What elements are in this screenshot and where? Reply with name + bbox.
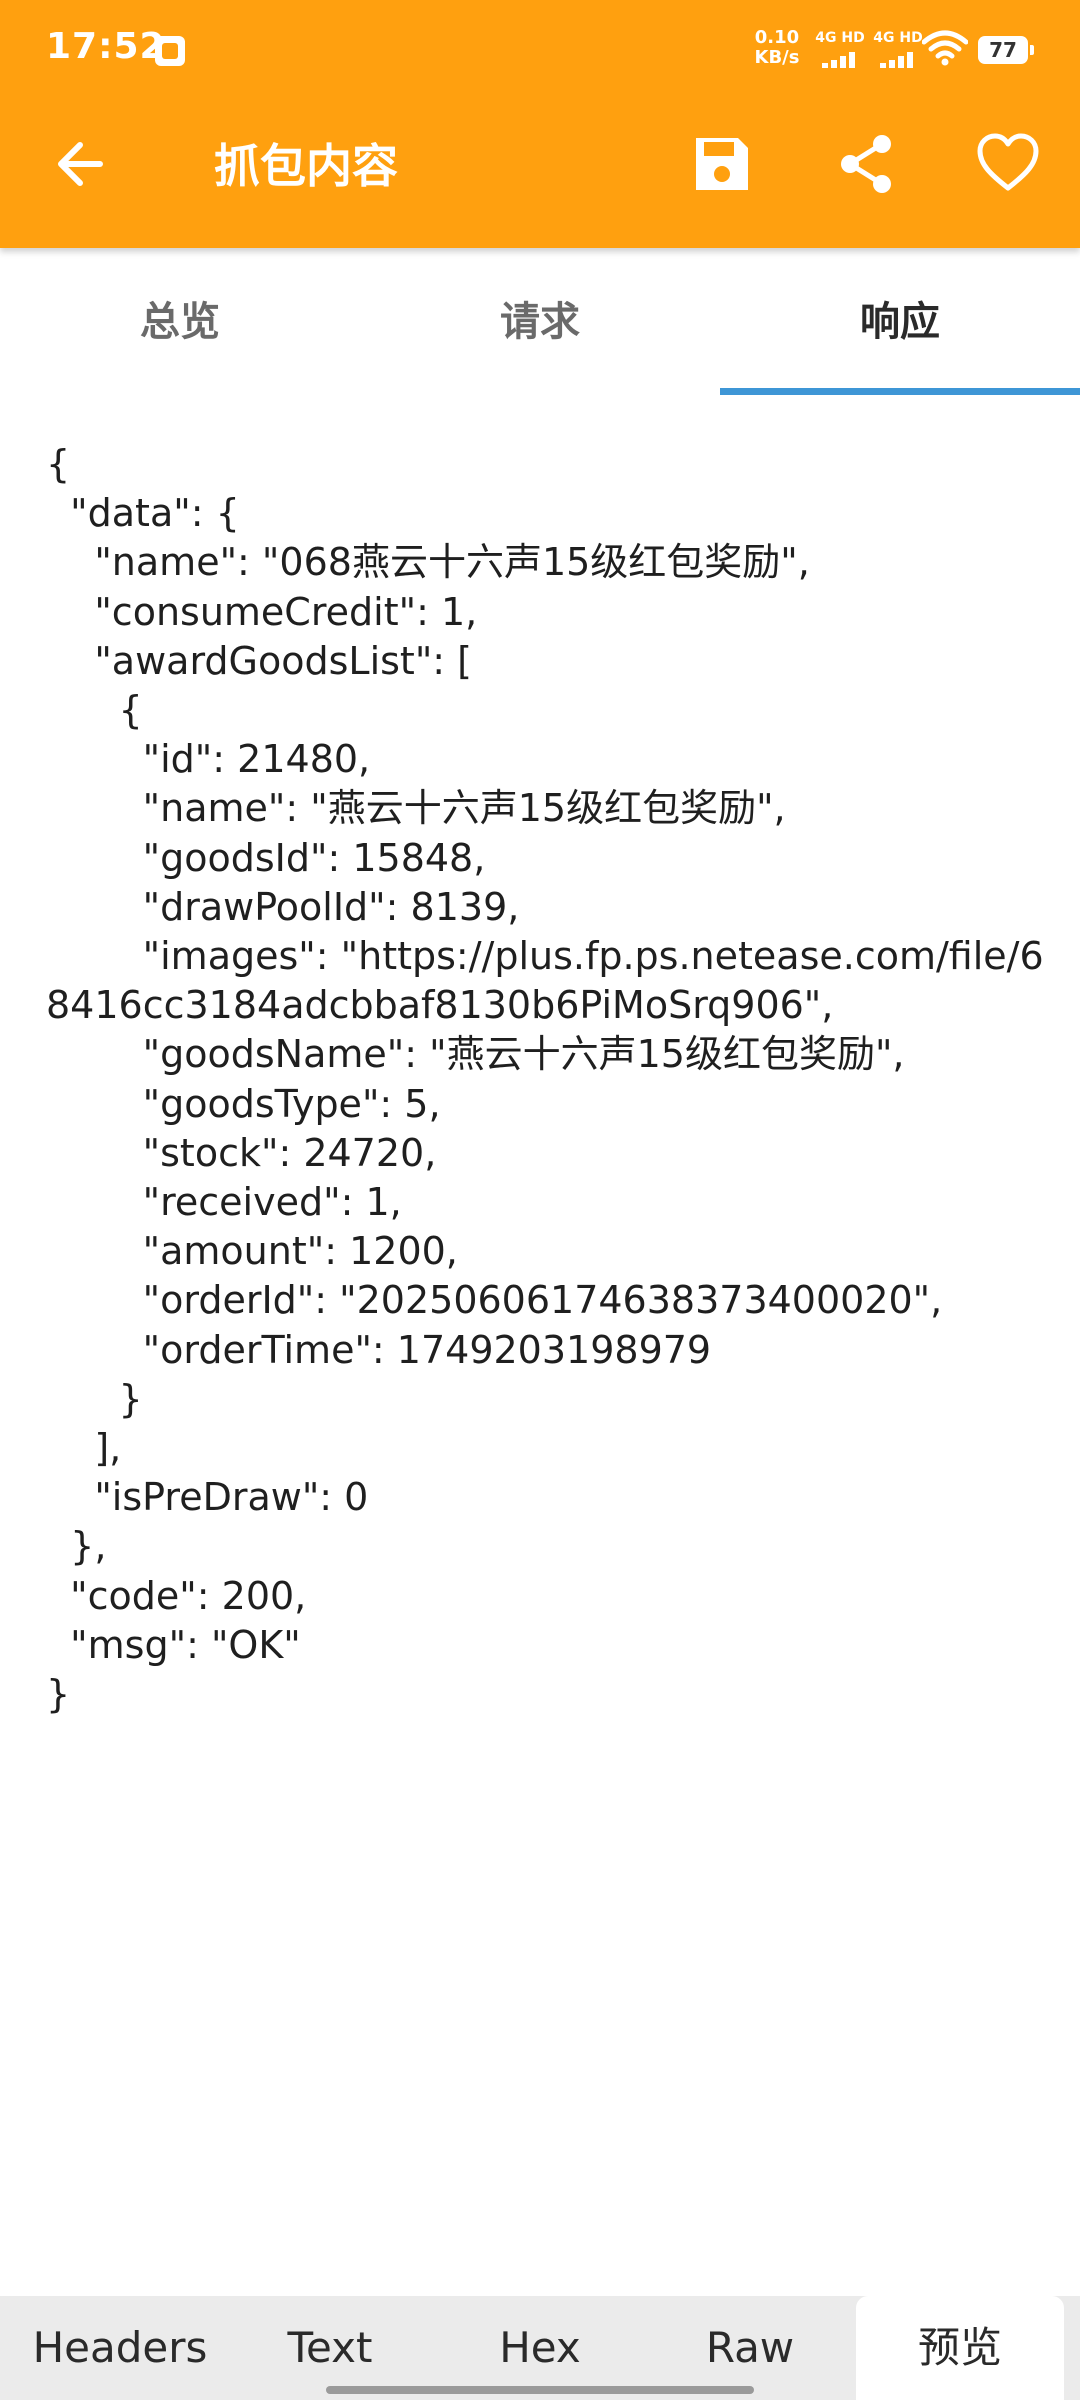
bottom-view-tabs: Headers Text Hex Raw 预览 xyxy=(0,2296,1080,2400)
view-tab-preview[interactable]: 预览 xyxy=(856,2296,1064,2400)
tab-request[interactable]: 请求 xyxy=(360,248,720,396)
tab-bar: 总览 请求 响应 xyxy=(0,248,1080,396)
sim2-signal-icon: 4G HD xyxy=(870,30,926,70)
wifi-icon xyxy=(922,30,968,66)
network-speed: 0.10 KB/s xyxy=(752,28,802,68)
notification-app-icon xyxy=(155,36,185,66)
app-bar: 17:52 0.10 KB/s 4G HD 4G HD 77 抓包内容 xyxy=(0,0,1080,248)
back-arrow-icon[interactable] xyxy=(50,132,114,196)
network-speed-value: 0.10 xyxy=(754,27,800,48)
share-icon[interactable] xyxy=(832,130,900,198)
sim1-signal-icon: 4G HD xyxy=(812,30,868,70)
home-indicator[interactable] xyxy=(326,2386,754,2394)
tab-response[interactable]: 响应 xyxy=(720,248,1080,396)
page-title: 抓包内容 xyxy=(214,139,398,193)
response-content: { "data": { "name": "068燕云十六声15级红包奖励", "… xyxy=(46,440,1056,1719)
response-json-body: { "data": { "name": "068燕云十六声15级红包奖励", "… xyxy=(46,442,1044,1717)
view-tab-headers[interactable]: Headers xyxy=(0,2296,240,2400)
view-tab-text[interactable]: Text xyxy=(240,2296,420,2400)
sim2-signal-label: 4G HD xyxy=(873,30,923,46)
tab-indicator xyxy=(720,388,1080,395)
status-time: 17:52 xyxy=(46,26,166,67)
heart-icon[interactable] xyxy=(974,130,1042,198)
status-bar: 17:52 0.10 KB/s 4G HD 4G HD 77 xyxy=(0,0,1080,100)
sim1-signal-label: 4G HD xyxy=(815,30,865,46)
battery-level: 77 xyxy=(989,38,1017,62)
battery-icon: 77 xyxy=(978,36,1034,64)
network-speed-unit: KB/s xyxy=(754,47,800,68)
tab-overview[interactable]: 总览 xyxy=(0,248,360,396)
save-icon[interactable] xyxy=(688,130,756,198)
view-tab-raw[interactable]: Raw xyxy=(650,2296,850,2400)
view-tab-hex[interactable]: Hex xyxy=(440,2296,640,2400)
